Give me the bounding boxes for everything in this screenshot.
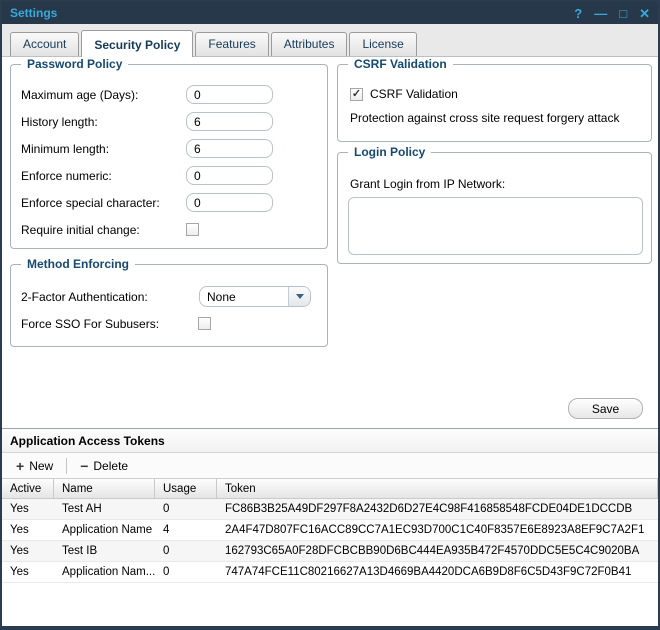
settings-window: Settings ? — □ ✕ Account Security Policy…	[0, 0, 660, 630]
maximize-icon[interactable]: □	[619, 7, 627, 20]
group-title: Method Enforcing	[21, 257, 135, 271]
cell-active: Yes	[2, 503, 54, 515]
chevron-down-icon	[296, 294, 304, 299]
table-row[interactable]: Yes Application Name 4 2A4F47D807FC16ACC…	[2, 520, 658, 541]
form-row: Enforce numeric:	[11, 162, 327, 189]
form-row: 2-Factor Authentication: None	[11, 283, 327, 310]
window-title: Settings	[10, 6, 57, 20]
cell-usage: 0	[155, 545, 217, 557]
column-header-usage[interactable]: Usage	[155, 479, 217, 498]
tokens-table-header: Active Name Usage Token	[2, 478, 658, 499]
form-row: Minimum length:	[11, 135, 327, 162]
form-row: Require initial change:	[11, 216, 327, 243]
delete-token-button[interactable]: − Delete	[74, 457, 134, 475]
cell-usage: 0	[155, 503, 217, 515]
cell-name: Test IB	[54, 545, 155, 557]
force-sso-checkbox[interactable]	[198, 317, 211, 330]
cell-active: Yes	[2, 524, 54, 536]
csrf-description: Protection against cross site request fo…	[338, 111, 651, 125]
cell-name: Application Name	[54, 524, 155, 536]
delete-button-label: Delete	[93, 459, 128, 473]
require-initial-change-checkbox[interactable]	[186, 223, 199, 236]
tab-strip: Account Security Policy Features Attribu…	[2, 24, 658, 57]
cell-usage: 0	[155, 566, 217, 578]
csrf-validation-checkbox[interactable]: ✓	[350, 88, 363, 101]
application-access-tokens-panel: Application Access Tokens + New − Delete…	[2, 428, 658, 626]
cell-token: FC86B3B25A49DF297F8A2432D6D27E4C98F41685…	[217, 503, 658, 515]
group-title: Login Policy	[348, 145, 431, 159]
tokens-table: Active Name Usage Token Yes Test AH 0 FC…	[2, 478, 658, 583]
enforce-special-input[interactable]	[186, 193, 273, 212]
password-policy-group: Password Policy Maximum age (Days): Hist…	[10, 64, 328, 249]
tab-license[interactable]: License	[349, 32, 416, 56]
column-header-name[interactable]: Name	[54, 479, 155, 498]
dropdown-button[interactable]	[288, 287, 310, 306]
min-length-label: Minimum length:	[21, 142, 109, 156]
table-row[interactable]: Yes Test IB 0 162793C65A0F28DFCBCBB90D6B…	[2, 541, 658, 562]
enforce-numeric-input[interactable]	[186, 166, 273, 185]
max-age-input[interactable]	[186, 85, 273, 104]
force-sso-label: Force SSO For Subusers:	[21, 317, 159, 331]
form-row: ✓ CSRF Validation	[338, 87, 651, 101]
cell-token: 747A74FCE11C80216627A13D4669BA4420DCA6B9…	[217, 566, 658, 578]
column-header-token[interactable]: Token	[217, 479, 658, 498]
new-token-button[interactable]: + New	[10, 457, 59, 475]
tokens-toolbar: + New − Delete	[2, 453, 658, 478]
enforce-special-label: Enforce special character:	[21, 196, 160, 210]
title-bar: Settings ? — □ ✕	[2, 2, 658, 24]
new-button-label: New	[29, 459, 53, 473]
enforce-numeric-label: Enforce numeric:	[21, 169, 112, 183]
dropdown-value: None	[200, 290, 288, 304]
tab-security-policy[interactable]: Security Policy	[81, 30, 193, 57]
table-row[interactable]: Yes Application Nam... 0 747A74FCE11C802…	[2, 562, 658, 583]
max-age-label: Maximum age (Days):	[21, 88, 138, 102]
group-title: Password Policy	[21, 57, 128, 71]
form-row: History length:	[11, 108, 327, 135]
cell-name: Test AH	[54, 503, 155, 515]
form-row: Force SSO For Subusers:	[11, 310, 327, 337]
help-icon[interactable]: ?	[574, 7, 582, 20]
minimize-icon[interactable]: —	[594, 7, 607, 20]
min-length-input[interactable]	[186, 139, 273, 158]
security-policy-panel: Password Policy Maximum age (Days): Hist…	[2, 57, 658, 428]
cell-usage: 4	[155, 524, 217, 536]
tab-attributes[interactable]: Attributes	[271, 32, 348, 56]
two-factor-dropdown[interactable]: None	[199, 286, 311, 307]
two-factor-label: 2-Factor Authentication:	[21, 290, 148, 304]
grant-login-textarea[interactable]	[348, 197, 643, 255]
login-policy-group: Login Policy Grant Login from IP Network…	[337, 152, 652, 264]
cell-token: 2A4F47D807FC16ACC89CC7A1EC93D700C1C40F83…	[217, 524, 658, 536]
tab-account[interactable]: Account	[10, 32, 79, 56]
history-length-input[interactable]	[186, 112, 273, 131]
panel-title: Application Access Tokens	[2, 429, 658, 453]
minus-icon: −	[80, 459, 88, 473]
require-initial-change-label: Require initial change:	[21, 223, 140, 237]
toolbar-separator	[66, 458, 67, 474]
cell-active: Yes	[2, 545, 54, 557]
csrf-validation-group: CSRF Validation ✓ CSRF Validation Protec…	[337, 64, 652, 142]
close-icon[interactable]: ✕	[639, 7, 650, 20]
cell-name: Application Nam...	[54, 566, 155, 578]
cell-token: 162793C65A0F28DFCBCBB90D6BC444EA935B472F…	[217, 545, 658, 557]
group-title: CSRF Validation	[348, 57, 453, 71]
csrf-checkbox-label: CSRF Validation	[370, 87, 458, 101]
form-row: Maximum age (Days):	[11, 81, 327, 108]
plus-icon: +	[16, 459, 24, 473]
save-button[interactable]: Save	[568, 398, 643, 419]
method-enforcing-group: Method Enforcing 2-Factor Authentication…	[10, 264, 328, 347]
tab-features[interactable]: Features	[195, 32, 268, 56]
table-row[interactable]: Yes Test AH 0 FC86B3B25A49DF297F8A2432D6…	[2, 499, 658, 520]
grant-login-label: Grant Login from IP Network:	[350, 177, 651, 191]
column-header-active[interactable]: Active	[2, 479, 54, 498]
cell-active: Yes	[2, 566, 54, 578]
history-length-label: History length:	[21, 115, 98, 129]
form-row: Enforce special character:	[11, 189, 327, 216]
